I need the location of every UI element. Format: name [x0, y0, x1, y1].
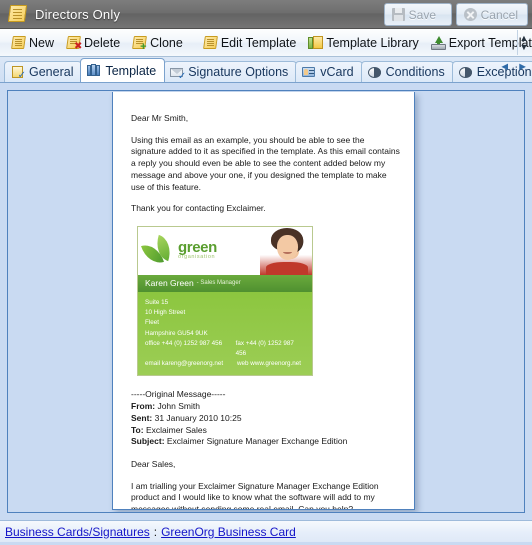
web-row: email kareng@greenorg.net web www.greeno…	[145, 359, 305, 369]
tab-vcard-label: vCard	[320, 65, 354, 79]
avatar	[260, 227, 312, 276]
clone-document-icon: +	[132, 35, 148, 52]
document-icon	[7, 5, 28, 23]
new-document-icon	[11, 35, 26, 50]
main-toolbar: New ✖ Delete + Clone Edit Template Templ…	[0, 29, 532, 57]
clone-button-label: Clone	[150, 35, 183, 50]
clone-button[interactable]: + Clone	[126, 32, 189, 54]
template-icon	[87, 64, 101, 77]
original-from-value: John Smith	[155, 401, 200, 412]
cancel-button[interactable]: Cancel	[455, 3, 528, 26]
original-body: I am trialling your Exclaimer Signature …	[131, 480, 379, 510]
tab-conditions-label: Conditions	[385, 65, 445, 79]
tab-template-label: Template	[105, 63, 157, 78]
signature-card-header: green organisation	[138, 227, 312, 276]
cancel-button-label: Cancel	[480, 7, 518, 22]
brand-subtitle: organisation	[178, 254, 216, 261]
tab-nav: ◄ ►	[499, 61, 528, 73]
template-library-button[interactable]: Template Library	[302, 32, 424, 54]
phone-row: office +44 (0) 1252 987 456 fax +44 (0) …	[145, 339, 305, 359]
delete-button-label: Delete	[84, 35, 121, 50]
brand-name: green	[178, 239, 217, 257]
edit-template-button-label: Edit Template	[220, 35, 297, 50]
edit-template-icon	[202, 35, 218, 50]
original-to-label: To:	[131, 424, 144, 435]
template-preview-area: Dear Mr Smith, Using this email as an ex…	[0, 83, 532, 520]
vcard-icon	[302, 66, 316, 79]
brand-logo: green organisation	[138, 227, 260, 275]
tab-template[interactable]: Template	[80, 58, 166, 82]
email-address: email kareng@greenorg.net	[145, 360, 224, 368]
toolbar-overflow-button[interactable]: ▲ ▼	[517, 30, 530, 55]
office-phone: office +44 (0) 1252 987 456	[145, 339, 223, 347]
window-titlebar: Directors Only Save Cancel	[0, 0, 532, 29]
export-template-icon	[430, 35, 446, 50]
person-role: - Sales Manager	[196, 280, 241, 287]
leaf-icon	[141, 234, 175, 268]
breadcrumb-separator: :	[153, 524, 158, 539]
original-greeting: Dear Sales,	[131, 458, 176, 469]
tab-signature-options[interactable]: ✓ Signature Options	[163, 61, 298, 82]
original-message-block: -----Original Message----- From: John Sm…	[131, 389, 400, 510]
cancel-circle-icon	[463, 8, 477, 21]
original-to-row: To: Exclaimer Sales	[131, 425, 400, 437]
breadcrumb: Business Cards/Signatures : GreenOrg Bus…	[0, 520, 532, 542]
original-from-row: From: John Smith	[131, 401, 400, 413]
original-subject-value: Exclaimer Signature Manager Exchange Edi…	[164, 436, 348, 447]
preview-greeting: Dear Mr Smith,	[131, 113, 189, 123]
signature-name-bar: Karen Green - Sales Manager	[138, 275, 312, 293]
signature-card: green organisation Karen Green - Sales M…	[137, 226, 313, 377]
general-icon: ✓	[11, 65, 26, 80]
address-line-1: Suite 15	[145, 299, 169, 307]
tab-conditions[interactable]: Conditions	[360, 61, 454, 82]
tab-general-label: General	[29, 65, 74, 79]
template-library-icon	[308, 35, 324, 50]
original-subject-label: Subject:	[131, 436, 165, 447]
original-sent-row: Sent: 31 January 2010 10:25	[131, 413, 400, 425]
original-sent-label: Sent:	[131, 412, 153, 423]
address-line-4: Hampshire GU54 9UK	[145, 329, 208, 337]
preview-paragraph-2: Thank you for contacting Exclaimer.	[131, 203, 266, 214]
page-title: Directors Only	[35, 6, 121, 22]
save-button[interactable]: Save	[383, 3, 452, 26]
tab-vcard[interactable]: vCard	[295, 61, 363, 82]
edit-template-button[interactable]: Edit Template	[197, 32, 303, 54]
tab-prev-button[interactable]: ◄	[499, 61, 510, 73]
original-subject-row: Subject: Exclaimer Signature Manager Exc…	[131, 436, 400, 448]
breadcrumb-link-greenorg-card[interactable]: GreenOrg Business Card	[161, 525, 296, 539]
title-actions: Save Cancel	[383, 3, 528, 26]
save-button-label: Save	[408, 7, 436, 22]
email-preview-page[interactable]: Dear Mr Smith, Using this email as an ex…	[112, 92, 415, 510]
preview-frame: Dear Mr Smith, Using this email as an ex…	[7, 90, 525, 513]
person-name: Karen Green	[145, 277, 194, 288]
chevron-up-icon: ▲	[519, 32, 529, 43]
export-template-button[interactable]: Export Template	[425, 32, 532, 54]
breadcrumb-link-business-cards[interactable]: Business Cards/Signatures	[5, 525, 150, 539]
original-from-label: From:	[131, 401, 156, 412]
original-message-divider: -----Original Message-----	[131, 389, 226, 400]
original-sent-value: 31 January 2010 10:25	[152, 412, 242, 423]
signature-contact-block: Suite 15 10 High Street Fleet Hampshire …	[138, 292, 312, 376]
preview-paragraph-1: Using this email as an example, you shou…	[131, 134, 400, 192]
chevron-down-icon: ▼	[519, 41, 529, 52]
tab-general[interactable]: ✓ General	[4, 61, 83, 82]
template-library-button-label: Template Library	[326, 35, 419, 50]
conditions-icon	[367, 66, 382, 79]
new-button-label: New	[29, 35, 55, 50]
tab-signature-options-label: Signature Options	[188, 65, 289, 79]
address-line-2: 10 High Street	[145, 309, 186, 317]
delete-document-icon: ✖	[66, 35, 82, 51]
delete-button[interactable]: ✖ Delete	[60, 32, 126, 54]
fax-number: fax +44 (0) 1252 987 456	[235, 339, 294, 357]
new-button[interactable]: New	[5, 32, 60, 54]
exceptions-icon	[458, 66, 473, 79]
address-line-3: Fleet	[145, 319, 159, 327]
signature-options-icon: ✓	[170, 66, 186, 81]
tab-strip: ✓ General Template ✓ Signature Options v…	[0, 57, 532, 83]
original-to-value: Exclaimer Sales	[143, 424, 207, 435]
floppy-disk-icon	[391, 8, 405, 21]
website-address: web www.greenorg.net	[237, 360, 302, 368]
tab-next-button[interactable]: ►	[517, 61, 528, 73]
